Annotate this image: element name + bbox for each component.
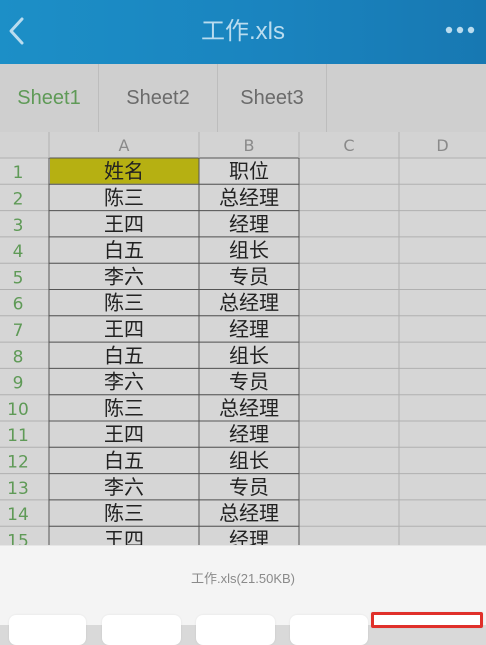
more-dots-icon[interactable] <box>442 18 478 42</box>
row-number[interactable]: 12 <box>7 452 29 472</box>
cell-name[interactable]: 王四 <box>104 317 144 341</box>
cell-name[interactable]: 王四 <box>104 527 144 546</box>
file-title: 工作.xls <box>201 18 285 45</box>
sheet-tabs: Sheet1 Sheet2 Sheet3 <box>0 64 486 196</box>
cell-position[interactable]: 专员 <box>229 370 269 394</box>
cell-name[interactable]: 白五 <box>104 448 144 472</box>
column-header-d[interactable]: D <box>436 136 448 155</box>
top-bar: 工作.xls <box>0 0 486 64</box>
cell-position[interactable]: 组长 <box>229 448 269 472</box>
cell-name[interactable]: 陈三 <box>104 185 144 209</box>
cell-position[interactable]: 组长 <box>229 238 269 262</box>
cell-name[interactable]: 李六 <box>104 475 144 499</box>
cell-name[interactable]: 陈三 <box>104 291 144 315</box>
cell-name[interactable]: 白五 <box>104 343 144 367</box>
share-option-3[interactable] <box>196 615 275 645</box>
row-number[interactable]: 4 <box>13 242 24 262</box>
share-option-5-highlighted[interactable] <box>371 612 483 628</box>
cell-name[interactable]: 王四 <box>104 422 144 446</box>
row-number[interactable]: 5 <box>13 268 24 288</box>
share-option-4[interactable] <box>290 615 368 645</box>
share-option-1[interactable] <box>9 615 86 645</box>
bottom-sheet: 工作.xls(21.50KB) <box>0 545 486 645</box>
cell-name[interactable]: 王四 <box>104 212 144 236</box>
row-number[interactable]: 11 <box>7 426 29 446</box>
cell-position[interactable]: 经理 <box>229 317 269 341</box>
column-header-c[interactable]: C <box>343 136 354 155</box>
cell-position[interactable]: 总经理 <box>219 185 279 209</box>
row-number[interactable]: 14 <box>7 505 29 525</box>
row-number[interactable]: 1 <box>13 163 24 183</box>
cell-position[interactable]: 专员 <box>229 475 269 499</box>
cell-position[interactable]: 经理 <box>229 212 269 236</box>
cell-position[interactable]: 专员 <box>229 264 269 288</box>
cell-name[interactable]: 姓名 <box>104 159 144 183</box>
cell-position[interactable]: 组长 <box>229 343 269 367</box>
cell-name[interactable]: 白五 <box>104 238 144 262</box>
tab-sheet1[interactable]: Sheet1 <box>0 64 98 132</box>
file-info: 工作.xls(21.50KB) <box>190 571 296 586</box>
row-number[interactable]: 7 <box>13 321 24 341</box>
cell-name[interactable]: 陈三 <box>104 501 144 525</box>
row-number[interactable]: 2 <box>13 189 24 209</box>
row-number[interactable]: 9 <box>13 374 24 394</box>
cell-position[interactable]: 经理 <box>229 422 269 446</box>
tab-sheet3[interactable]: Sheet3 <box>218 64 326 132</box>
cell-name[interactable]: 陈三 <box>104 396 144 420</box>
row-number[interactable]: 8 <box>13 347 24 367</box>
share-option-2[interactable] <box>102 615 181 645</box>
row-number[interactable]: 15 <box>7 531 29 546</box>
cell-position[interactable]: 职位 <box>229 159 269 183</box>
tab-divider <box>326 64 327 132</box>
row-number[interactable]: 13 <box>7 479 29 499</box>
spreadsheet-grid[interactable]: A B C D 1 姓名 职位 2 陈三 总经理 3 王四 经理 4 白五 组长 5 李六 专员 6 陈三 总经理 7 王四经… <box>0 132 486 546</box>
column-header-b[interactable]: B <box>244 136 255 155</box>
cell-name[interactable]: 李六 <box>104 264 144 288</box>
row-number[interactable]: 6 <box>13 295 24 315</box>
column-header-a[interactable]: A <box>119 136 130 155</box>
cell-position[interactable]: 总经理 <box>219 396 279 420</box>
cell-name[interactable]: 李六 <box>104 370 144 394</box>
row-number[interactable]: 3 <box>13 216 24 236</box>
cell-position[interactable]: 总经理 <box>219 291 279 315</box>
cell-position[interactable]: 经理 <box>229 527 269 546</box>
tab-sheet2[interactable]: Sheet2 <box>99 64 217 132</box>
cell-position[interactable]: 总经理 <box>219 501 279 525</box>
row-number[interactable]: 10 <box>7 400 29 420</box>
